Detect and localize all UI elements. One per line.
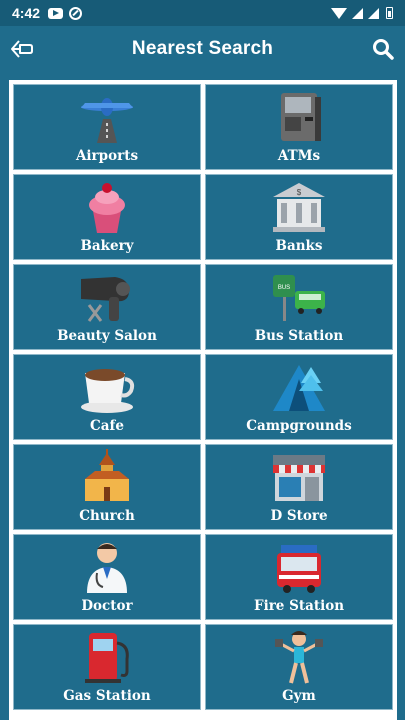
- category-tile-bus-station[interactable]: BUS Bus Station: [205, 264, 393, 350]
- search-icon: [373, 39, 394, 60]
- category-label: Fire Station: [253, 598, 345, 614]
- back-arrow-icon: [11, 40, 33, 58]
- airplane-icon: [75, 89, 139, 145]
- category-tile-beauty-salon[interactable]: Beauty Salon: [13, 264, 201, 350]
- svg-text:BUS: BUS: [278, 285, 290, 291]
- category-tile-gym[interactable]: Gym: [205, 624, 393, 710]
- category-tile-bakery[interactable]: Bakery: [13, 174, 201, 260]
- atm-icon: [267, 89, 331, 145]
- category-tile-campgrounds[interactable]: Campgrounds: [205, 354, 393, 440]
- store-icon: [267, 449, 331, 505]
- category-tile-banks[interactable]: $ Banks: [205, 174, 393, 260]
- category-label: Airports: [75, 148, 139, 164]
- category-label: Banks: [275, 238, 323, 254]
- category-tile-church[interactable]: Church: [13, 444, 201, 530]
- category-label: Gym: [282, 688, 316, 704]
- category-grid-frame: Airports ATMs Bakery $ Banks Beauty Salon BUS B…: [9, 80, 397, 720]
- fitness-icon: [267, 629, 331, 685]
- category-tile-doctor[interactable]: Doctor: [13, 534, 201, 620]
- svg-text:$: $: [297, 188, 302, 197]
- category-label: ATMs: [277, 148, 321, 164]
- search-button[interactable]: [369, 35, 397, 63]
- wifi-icon: [331, 7, 347, 19]
- battery-icon: [386, 7, 393, 19]
- coffee-cup-icon: [75, 359, 139, 415]
- category-tile-d-store[interactable]: D Store: [205, 444, 393, 530]
- category-label: D Store: [270, 508, 328, 524]
- app-bar: Nearest Search: [0, 26, 405, 72]
- do-not-disturb-icon: [69, 6, 83, 20]
- tent-icon: [267, 359, 331, 415]
- doctor-icon: [75, 539, 139, 595]
- category-label: Campgrounds: [246, 418, 352, 434]
- category-tile-gas-station[interactable]: Gas Station: [13, 624, 201, 710]
- bus-stop-icon: BUS: [267, 269, 331, 325]
- category-tile-airports[interactable]: Airports: [13, 84, 201, 170]
- category-label: Bakery: [80, 238, 134, 254]
- category-label: Beauty Salon: [57, 328, 157, 344]
- category-grid: Airports ATMs Bakery $ Banks Beauty Salon BUS B…: [13, 84, 393, 710]
- youtube-notification-icon: [48, 7, 64, 19]
- bank-icon: $: [267, 179, 331, 235]
- page-title: Nearest Search: [131, 38, 274, 59]
- category-tile-cafe[interactable]: Cafe: [13, 354, 201, 440]
- category-label: Cafe: [90, 418, 124, 434]
- gas-pump-icon: [75, 629, 139, 685]
- category-tile-fire-station[interactable]: Fire Station: [205, 534, 393, 620]
- fire-truck-icon: [267, 539, 331, 595]
- cupcake-icon: [75, 179, 139, 235]
- category-label: Gas Station: [63, 688, 151, 704]
- status-bar: 4:42: [0, 0, 405, 26]
- back-button[interactable]: [8, 35, 36, 63]
- category-label: Bus Station: [254, 328, 344, 344]
- signal-icon-secondary: [368, 7, 379, 19]
- category-tile-atms[interactable]: ATMs: [205, 84, 393, 170]
- signal-icon: [352, 7, 363, 19]
- church-icon: [75, 449, 139, 505]
- status-time: 4:42: [12, 5, 41, 21]
- category-label: Church: [79, 508, 135, 524]
- category-label: Doctor: [81, 598, 133, 614]
- hair-dryer-icon: [75, 269, 139, 325]
